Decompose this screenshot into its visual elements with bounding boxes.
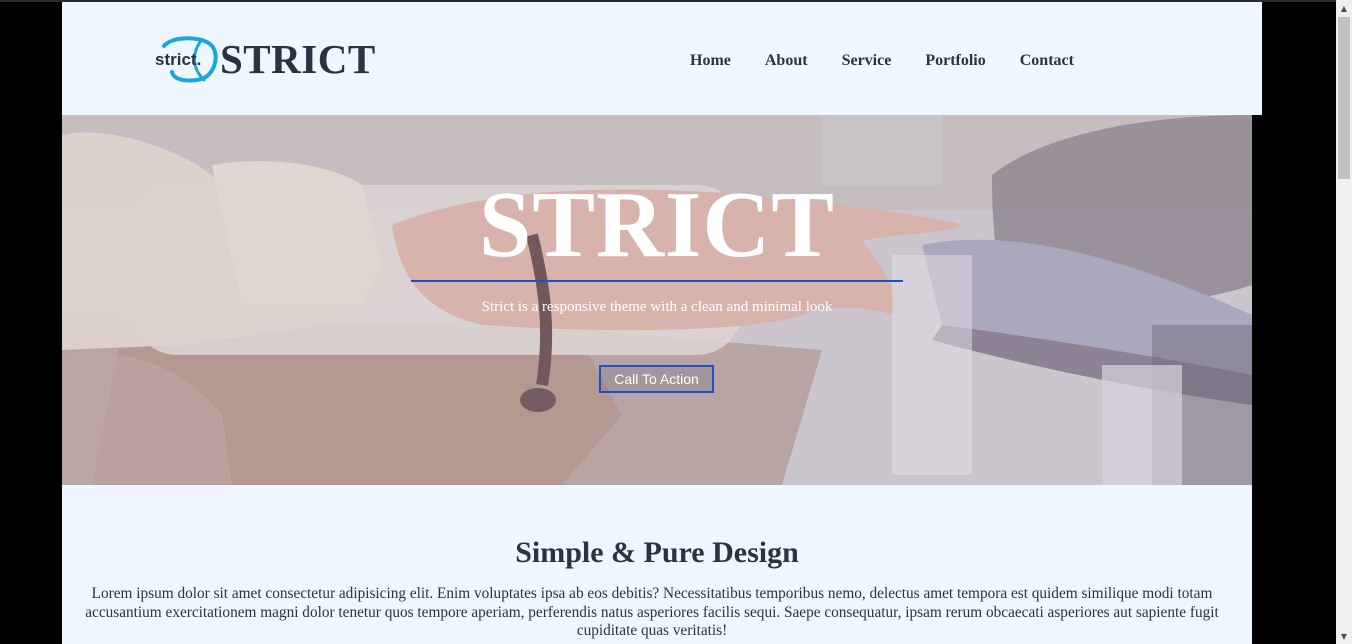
- call-to-action-button[interactable]: Call To Action: [599, 365, 714, 393]
- brand-name[interactable]: STRICT: [220, 36, 376, 82]
- nav-service[interactable]: Service: [842, 51, 892, 71]
- website: strict. STRICT Home About Service Portfo…: [62, 2, 1262, 644]
- main-nav: Home About Service Portfolio Contact: [690, 51, 1108, 71]
- hero-divider: [411, 280, 903, 282]
- section-body-text: Lorem ipsum dolor sit amet consectetur a…: [85, 585, 1219, 639]
- logo-icon[interactable]: strict.: [154, 34, 218, 84]
- scroll-thumb[interactable]: [1338, 17, 1350, 179]
- nav-about[interactable]: About: [765, 51, 808, 71]
- hero-subtitle: Strict is a responsive theme with a clea…: [481, 299, 833, 315]
- site-header: strict. STRICT Home About Service Portfo…: [62, 2, 1262, 115]
- section-heading: Simple & Pure Design: [515, 536, 799, 569]
- hero-title: STRICT: [478, 173, 836, 277]
- hero-section: STRICT Strict is a responsive theme with…: [62, 115, 1252, 485]
- nav-home[interactable]: Home: [690, 51, 731, 71]
- nav-contact[interactable]: Contact: [1020, 51, 1074, 71]
- intro-section: Simple & Pure Design Lorem ipsum dolor s…: [62, 485, 1252, 644]
- logo-text: strict.: [155, 50, 201, 69]
- scroll-down-arrow-icon[interactable]: ▼: [1336, 628, 1352, 644]
- scroll-up-arrow-icon[interactable]: ▲: [1336, 0, 1352, 16]
- nav-portfolio[interactable]: Portfolio: [925, 51, 985, 71]
- vertical-scrollbar[interactable]: ▲ ▼: [1336, 0, 1352, 644]
